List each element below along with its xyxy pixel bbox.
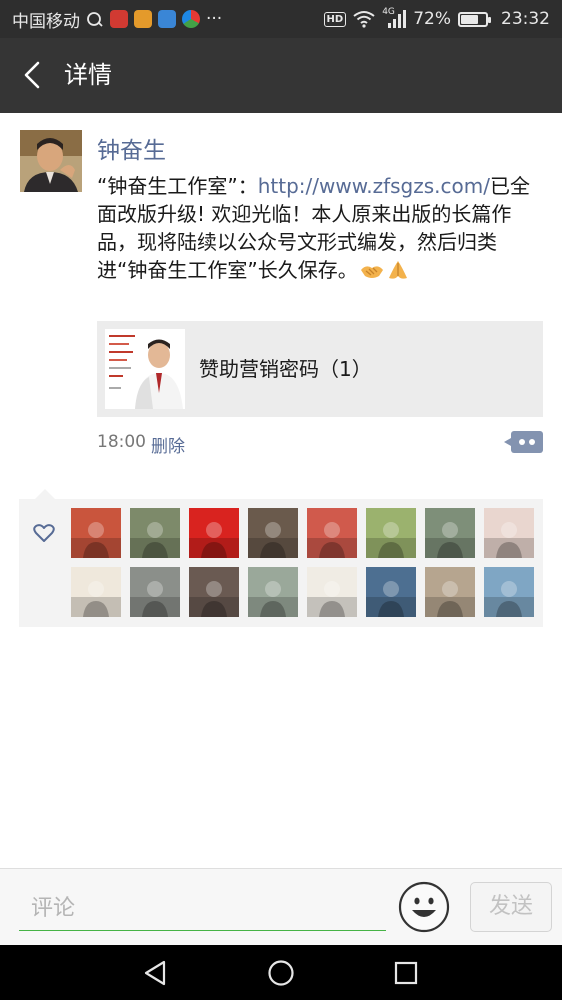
shared-article-thumbnail <box>105 329 185 409</box>
send-button[interactable]: 发送 <box>470 882 552 932</box>
chrome-app-icon <box>182 10 200 28</box>
smiley-icon[interactable] <box>398 881 450 933</box>
battery-icon <box>458 11 491 27</box>
clock: 23:32 <box>501 9 550 29</box>
liker-avatar[interactable] <box>366 567 416 617</box>
carrier-label: 中国移动 <box>12 11 80 32</box>
liker-avatar[interactable] <box>189 508 239 558</box>
nav-recents-icon[interactable] <box>390 957 422 989</box>
liker-avatar[interactable] <box>307 567 357 617</box>
post-text-intro: “钟奋生工作室”： <box>97 174 258 198</box>
chevron-left-icon[interactable] <box>18 60 48 90</box>
post-link[interactable]: http://www.zfsgzs.com/ <box>258 174 490 198</box>
likes-panel <box>19 489 543 627</box>
folded-hands-emoji-icon <box>388 261 407 279</box>
dot <box>529 439 535 445</box>
liker-avatar[interactable] <box>484 508 534 558</box>
liker-avatar[interactable] <box>71 508 121 558</box>
liker-avatar[interactable] <box>248 567 298 617</box>
heart-outline-icon <box>33 524 55 542</box>
page-title: 详情 <box>64 61 112 89</box>
nav-home-icon[interactable] <box>265 957 297 989</box>
wifi-icon <box>353 11 375 28</box>
liker-avatar[interactable] <box>248 508 298 558</box>
comment-more-icon[interactable] <box>504 431 543 453</box>
phone-settings-icon <box>87 12 103 27</box>
author-name[interactable]: 钟奋生 <box>97 131 166 165</box>
nav-back-icon[interactable] <box>140 957 172 989</box>
delete-link[interactable]: 删除 <box>151 432 185 457</box>
video-app-icon <box>134 10 152 28</box>
browser-app-icon <box>158 10 176 28</box>
liker-avatar[interactable] <box>71 567 121 617</box>
hd-voice-badge: HD <box>323 11 347 27</box>
signal-icon: 4G <box>382 7 407 29</box>
shared-article-title: 赞助营销密码（1） <box>199 357 372 381</box>
handshake-emoji-icon <box>360 266 383 278</box>
system-nav-bar <box>0 945 562 1000</box>
liker-avatar[interactable] <box>484 567 534 617</box>
comment-bar: 发送 <box>0 868 562 945</box>
avatar-image <box>20 130 82 192</box>
liker-avatar[interactable] <box>189 567 239 617</box>
liker-avatar[interactable] <box>425 567 475 617</box>
liker-avatar[interactable] <box>307 508 357 558</box>
post-text: “钟奋生工作室”：http://www.zfsgzs.com/已全面改版升级! … <box>97 172 547 284</box>
liker-avatar[interactable] <box>130 567 180 617</box>
liker-avatar[interactable] <box>425 508 475 558</box>
liker-avatar[interactable] <box>130 508 180 558</box>
shared-article-card[interactable]: 赞助营销密码（1） <box>97 321 543 417</box>
mail-app-icon <box>110 10 128 28</box>
author-avatar[interactable] <box>20 130 82 192</box>
liker-avatar[interactable] <box>366 508 416 558</box>
battery-percent: 72% <box>413 9 451 29</box>
status-bar: 中国移动 ··· HD 4G 72% 23:32 <box>0 0 562 38</box>
title-bar: 详情 <box>0 38 562 113</box>
comment-input[interactable] <box>19 887 386 931</box>
dot <box>519 439 525 445</box>
post-time: 18:00 <box>97 432 146 452</box>
more-notifications-icon: ··· <box>206 9 223 29</box>
